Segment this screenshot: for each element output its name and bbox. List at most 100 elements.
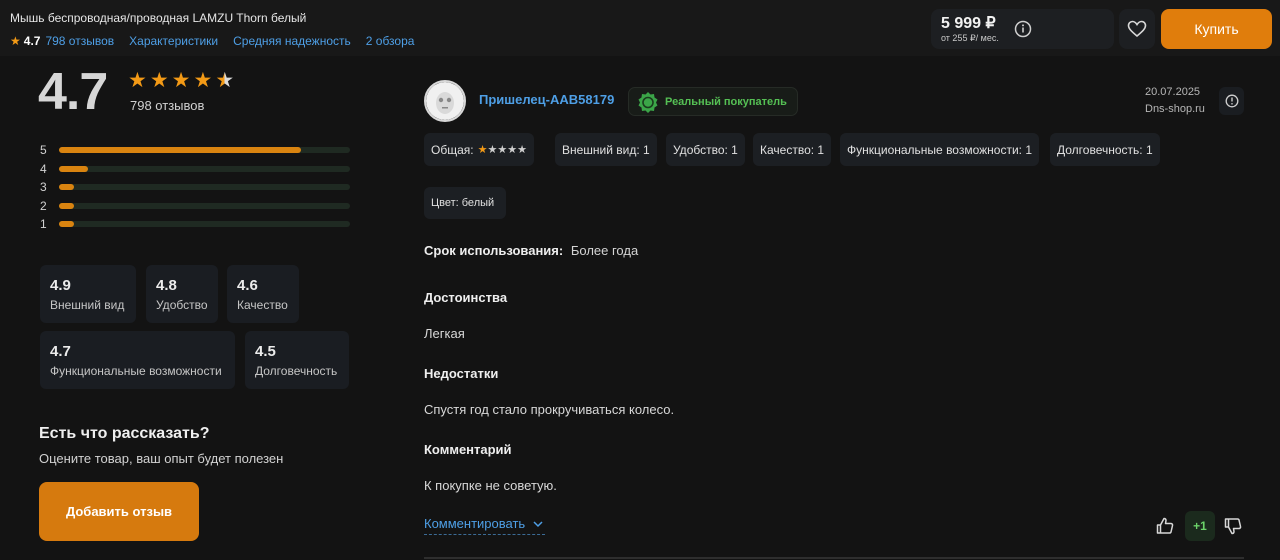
price-box: 5 999 ₽ от 255 ₽/ мес. <box>931 9 1114 49</box>
score-value: 4.7 <box>50 343 71 360</box>
star-icon: ★ <box>10 34 21 48</box>
distribution-label: 2 <box>40 198 47 213</box>
color-chip: Цвет: белый <box>424 187 506 219</box>
star-icon: ★ <box>128 69 147 92</box>
star-icon: ★ <box>487 144 498 156</box>
real-buyer-badge: Реальный покупатель <box>628 87 798 116</box>
specs-link[interactable]: Характеристики <box>129 34 218 48</box>
comment-link[interactable]: Комментировать <box>424 516 546 535</box>
thumbs-down-icon <box>1224 518 1242 535</box>
avatar <box>424 80 466 122</box>
score-card-durability: 4.5 Долговечность <box>245 331 349 389</box>
overall-stars: ★★★★★ <box>478 143 527 156</box>
like-button[interactable] <box>1153 513 1177 539</box>
star-icon: ★ <box>497 144 508 156</box>
distribution-label: 5 <box>40 143 47 157</box>
dislike-button[interactable] <box>1221 513 1245 539</box>
comment-text: К покупке не советую. <box>424 478 557 493</box>
chip-functionality: Функциональные возможности: 1 <box>840 133 1040 166</box>
vote-count: +1 <box>1185 511 1215 541</box>
review-date: 20.07.2025 <box>1145 86 1201 98</box>
real-buyer-label: Реальный покупатель <box>665 95 787 108</box>
distribution-row: 4 <box>40 162 350 181</box>
thumbs-up-icon <box>1156 517 1174 534</box>
star-icon: ★ <box>149 69 169 92</box>
rating-stars: ★ ★ ★ ★ ★ <box>128 69 234 93</box>
info-icon <box>1225 94 1238 108</box>
review-info-button[interactable] <box>1219 87 1244 115</box>
credit-price: от 255 ₽/ мес. <box>941 33 999 43</box>
distribution-label: 1 <box>40 217 47 231</box>
distribution-fill <box>59 147 301 153</box>
distribution-track <box>59 147 350 153</box>
rating-distribution: 5 4 3 2 1 <box>40 143 350 236</box>
cons-text: Спустя год стало прокручиваться колесо. <box>424 402 675 417</box>
wishlist-button[interactable] <box>1119 9 1155 49</box>
distribution-row: 1 <box>40 217 350 236</box>
score-label: Функциональные возможности <box>50 364 222 378</box>
distribution-row: 2 <box>40 199 350 218</box>
distribution-track <box>59 184 350 190</box>
review-author[interactable]: Пришелец-AAB58179 <box>479 92 614 107</box>
score-card-convenience: 4.8 Удобство <box>146 265 218 323</box>
reviews-count: 798 отзывов <box>130 98 205 113</box>
reviews-link[interactable]: 798 отзывов <box>45 34 114 48</box>
price: 5 999 ₽ <box>941 15 996 32</box>
cons-title: Недостатки <box>424 366 499 381</box>
comment-title: Комментарий <box>424 442 512 457</box>
review-divider <box>424 557 1244 559</box>
overall-label: Общая: <box>431 142 474 157</box>
distribution-fill <box>59 184 74 190</box>
comment-link-label: Комментировать <box>424 516 526 531</box>
star-icon: ★ <box>193 69 213 92</box>
product-header: Мышь беспроводная/проводная LAMZU Thorn … <box>0 0 1280 56</box>
usage-period: Срок использования: Более года <box>424 243 638 258</box>
star-icon: ★ <box>171 69 191 92</box>
alien-avatar-icon <box>426 82 464 120</box>
distribution-row: 3 <box>40 180 350 199</box>
distribution-track <box>59 165 350 172</box>
review-shop: Dns-shop.ru <box>1145 103 1205 115</box>
chip-quality: Качество: 1 <box>753 133 832 166</box>
chevron-down-icon <box>533 520 543 527</box>
score-label: Удобство <box>156 298 208 312</box>
distribution-track <box>59 221 350 227</box>
add-review-button[interactable]: Добавить отзыв <box>39 482 199 541</box>
header-rating: 4.7 <box>23 34 41 48</box>
score-value: 4.6 <box>237 277 258 294</box>
star-icon: ★ <box>507 144 518 156</box>
star-icon: ★ <box>215 69 235 92</box>
reliability-link[interactable]: Средняя надежность <box>233 34 351 48</box>
pros-text: Легкая <box>424 326 465 341</box>
tell-title: Есть что рассказать? <box>39 425 210 442</box>
overviews-link[interactable]: 2 обзора <box>366 34 415 48</box>
star-icon: ★ <box>477 144 488 156</box>
distribution-fill <box>59 221 74 227</box>
average-rating: 4.7 <box>38 63 108 121</box>
score-card-appearance: 4.9 Внешний вид <box>40 265 136 323</box>
heart-icon <box>1127 20 1147 38</box>
buy-button[interactable]: Купить <box>1161 9 1272 49</box>
score-label: Внешний вид <box>50 298 125 312</box>
score-value: 4.9 <box>50 277 71 294</box>
pros-title: Достоинства <box>424 290 508 305</box>
score-label: Долговечность <box>255 364 338 378</box>
chip-convenience: Удобство: 1 <box>666 133 745 166</box>
distribution-label: 3 <box>40 180 47 194</box>
price-info-button[interactable] <box>1008 14 1038 44</box>
chip-durability: Долговечность: 1 <box>1050 133 1160 166</box>
distribution-label: 4 <box>40 161 47 176</box>
score-card-functionality: 4.7 Функциональные возможности <box>40 331 235 389</box>
product-title: Мышь беспроводная/проводная LAMZU Thorn … <box>10 11 307 25</box>
verified-badge-icon <box>638 91 658 113</box>
product-meta: ★ 4.7 798 отзывов Характеристики Средняя… <box>10 34 429 48</box>
star-icon: ★ <box>517 144 527 156</box>
distribution-row: 5 <box>40 143 350 162</box>
distribution-track <box>59 202 350 209</box>
score-label: Качество <box>237 298 288 312</box>
score-card-quality: 4.6 Качество <box>227 265 299 323</box>
chip-appearance: Внешний вид: 1 <box>555 133 657 166</box>
score-value: 4.5 <box>255 343 276 360</box>
distribution-fill <box>59 165 89 172</box>
score-value: 4.8 <box>156 277 177 294</box>
